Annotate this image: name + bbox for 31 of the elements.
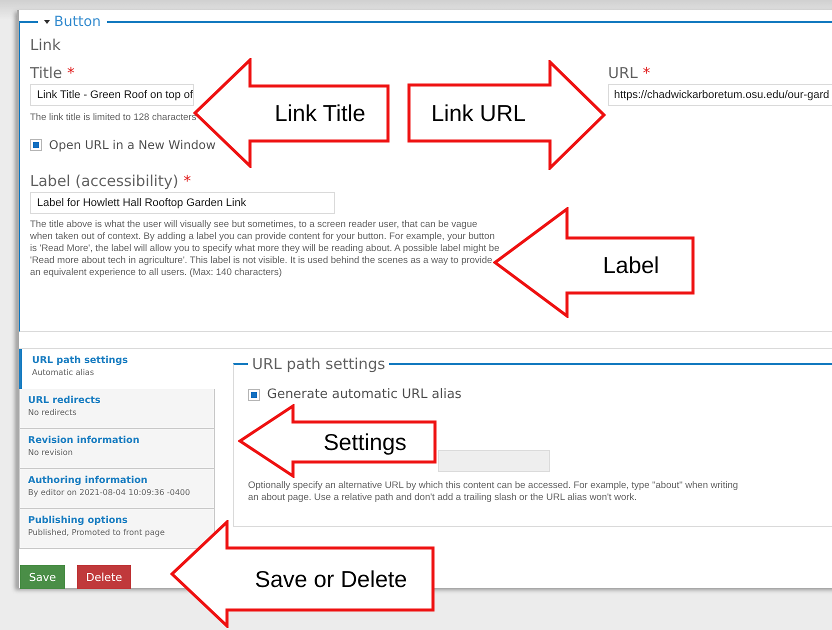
input-field[interactable]: Label for Howlett Hall Rooftop Garden Link (30, 192, 335, 214)
action-button[interactable]: Save (20, 565, 66, 589)
checkbox-label: Open URL in a New Window (49, 138, 216, 152)
field-description: Optionally specify an alternative URL by which this content can be accessed. For example, type "about" when writing an about page. Use a relative path and don't add a trailing slash or the URL alias won't work. (248, 480, 740, 504)
caret-icon[interactable] (44, 20, 50, 24)
checkbox-label: Generate automatic URL alias (267, 387, 462, 402)
callout-label: Link URL (431, 100, 526, 126)
checkbox[interactable] (248, 388, 260, 400)
vertical-tab[interactable]: Authoring information By editor on 2021-08-04 10:09:36 -0400 (19, 469, 215, 509)
field-label: Title (30, 64, 62, 82)
input-field[interactable]: https://chadwickarboretum.osu.edu/our-gard (608, 84, 832, 106)
field-label: URL (608, 64, 638, 82)
callout-label: Save or Delete (254, 566, 408, 592)
field-description: The title above is what the user will visually see but sometimes, to a screen reader user, that can be vague when taken out of context. By adding a label you can provide content for your button. For example, your button is 'Read More', the label will allow you to specify what more they will be reading about. A possible label might be 'Read more about tech in agriculture'. This label is not visible. It is used behind the scenes as a way to provide an equivalent experience to all users. (Max: 140 characters) (30, 219, 500, 279)
vertical-tab[interactable]: URL redirects No redirects (19, 389, 215, 429)
callout-label: Link Title (274, 100, 366, 127)
field-label: Label (accessibility) (30, 172, 178, 190)
field-description: The link title is limited to 128 characters (30, 112, 196, 124)
vertical-tab[interactable]: Publishing options Published, Promoted to front page (19, 509, 215, 549)
required-mark: * (67, 64, 75, 82)
checkbox[interactable] (30, 139, 42, 151)
required-mark: * (183, 172, 191, 190)
input-field[interactable]: Link Title - Green Roof on top of (30, 84, 194, 106)
section-heading: Link (30, 36, 62, 54)
callout-label: Settings (323, 428, 407, 456)
fieldset-title: URL path settings (251, 355, 386, 373)
required-mark: * (642, 64, 650, 82)
vertical-tab[interactable]: Revision information No revision (19, 429, 215, 469)
action-button[interactable]: Delete (77, 565, 132, 589)
fieldset-title[interactable]: Button (54, 14, 101, 30)
callout-label: Label (602, 252, 660, 279)
